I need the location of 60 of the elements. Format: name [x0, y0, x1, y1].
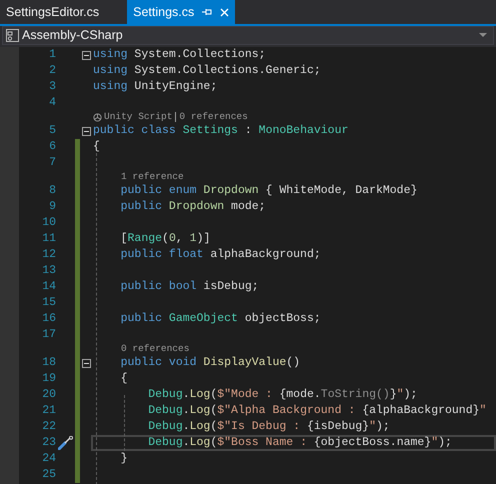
- line-number: 5: [48, 123, 56, 139]
- project-dropdown[interactable]: Assembly-CSharp: [2, 26, 494, 45]
- indent-guide: [124, 395, 125, 451]
- code-line: using System.Collections.Generic;: [93, 64, 321, 78]
- line-number: 21: [41, 403, 56, 419]
- line-number: 11: [41, 231, 56, 247]
- file-tab[interactable]: SettingsEditor.cs: [0, 0, 106, 24]
- code-line: public class Settings : MonoBehaviour: [93, 124, 348, 138]
- unity-icon: [93, 112, 102, 122]
- collapse-icon[interactable]: [82, 358, 91, 368]
- code-line: public enum Dropdown { WhiteMode, DarkMode}: [120, 184, 418, 198]
- code-line: public float alphaBackground;: [120, 248, 321, 262]
- codelens-label[interactable]: Unity Script: [104, 112, 172, 122]
- line-number: 25: [41, 467, 56, 483]
- code-line: Debug.Log($"Mode : {mode.ToString()}");: [147, 388, 418, 402]
- line-number: 4: [48, 95, 56, 111]
- code-line: public GameObject objectBoss;: [120, 312, 321, 326]
- line-number: 12: [41, 247, 56, 263]
- code-line: using UnityEngine;: [93, 80, 218, 94]
- close-icon[interactable]: [220, 8, 230, 16]
- code-line: public Dropdown mode;: [120, 200, 266, 214]
- references-link[interactable]: 0 references: [121, 344, 190, 354]
- code-line: Debug.Log($"Is Debug : {isDebug}");: [147, 420, 390, 434]
- code-line: public void DisplayValue(): [120, 356, 300, 370]
- line-number: 23: [41, 435, 56, 451]
- line-number: 1: [48, 47, 56, 63]
- collapse-icon[interactable]: [82, 50, 91, 60]
- screwdriver-icon[interactable]: [58, 436, 74, 450]
- line-number: 13: [41, 263, 56, 279]
- line-number: 16: [41, 311, 56, 327]
- line-number: 9: [48, 199, 56, 215]
- project-icon: [6, 29, 19, 42]
- line-number: 24: [41, 451, 56, 467]
- line-number: 18: [41, 355, 56, 371]
- line-number: 15: [41, 295, 56, 311]
- code-line: Debug.Log($"Alpha Background : {alphaBackground}": [147, 404, 486, 418]
- caret-icon: [479, 33, 487, 38]
- line-number: 7: [48, 155, 56, 171]
- code-line: {: [93, 140, 100, 154]
- line-number: 14: [41, 279, 56, 295]
- file-tab[interactable]: Settings.cs: [127, 0, 236, 24]
- line-number: 3: [48, 79, 56, 95]
- references-link[interactable]: 1 reference: [121, 172, 184, 182]
- line-number: 19: [41, 371, 56, 387]
- code-line: {: [120, 372, 128, 386]
- line-number: 17: [41, 327, 56, 343]
- references-link[interactable]: 0 references: [179, 112, 248, 122]
- code-line: Debug.Log($"Boss Name : {objectBoss.name}");: [147, 436, 452, 450]
- line-number: 2: [48, 63, 56, 79]
- line-number: 10: [41, 215, 56, 231]
- code-line: [Range(0, 1)]: [120, 232, 210, 246]
- collapse-icon[interactable]: [82, 126, 91, 136]
- code-line: public bool isDebug;: [120, 280, 259, 294]
- line-number: 22: [41, 419, 56, 435]
- pin-icon[interactable]: [202, 8, 212, 16]
- code-line: }: [120, 452, 128, 466]
- line-number: 8: [48, 183, 56, 199]
- line-number: 6: [48, 139, 56, 155]
- line-number: 20: [41, 387, 56, 403]
- code-line: using System.Collections;: [93, 48, 266, 62]
